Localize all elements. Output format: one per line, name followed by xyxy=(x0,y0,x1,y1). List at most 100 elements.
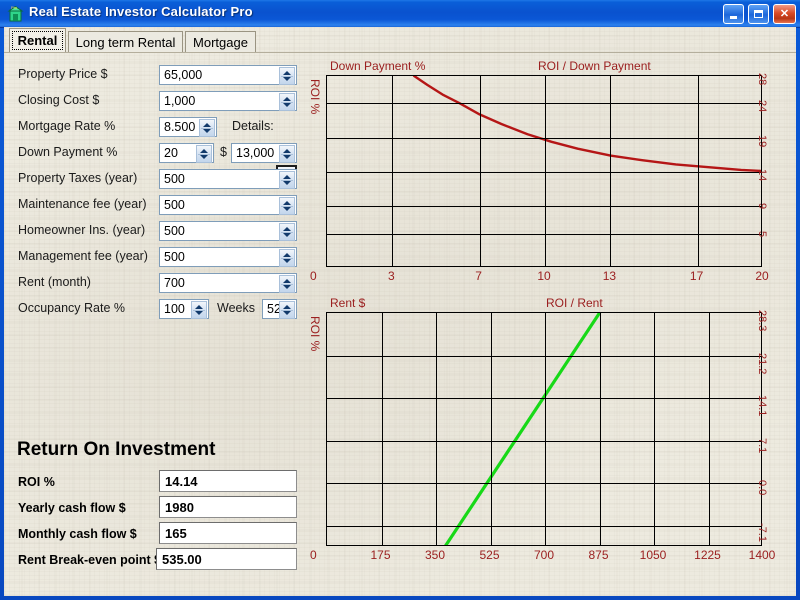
chart-x-tick-label: 1400 xyxy=(748,548,776,562)
field-row-closing-cost: Closing Cost $ 1,000 xyxy=(4,88,312,114)
chart-y-tick-label: 19 xyxy=(756,134,768,147)
chart-gridline-vertical xyxy=(698,76,699,266)
management-fee-value: 500 xyxy=(164,250,185,264)
chart-x-tick-label: 700 xyxy=(533,548,555,562)
down-payment-dollar-stepper[interactable] xyxy=(279,145,295,163)
maintenance-fee-label: Maintenance fee (year) xyxy=(18,197,147,211)
maintenance-fee-value: 500 xyxy=(164,198,185,212)
chart-gridline-horizontal xyxy=(327,398,761,399)
down-payment-dollar-input[interactable]: 13,000 xyxy=(231,143,297,163)
closing-cost-label: Closing Cost $ xyxy=(18,93,100,107)
management-fee-label: Management fee (year) xyxy=(18,249,148,263)
close-button[interactable]: ✕ xyxy=(773,4,796,24)
chart-y-tick-label: 24 xyxy=(756,100,768,113)
chart-x-tick-label: 17 xyxy=(689,269,704,283)
chart-gridline-vertical xyxy=(545,76,546,266)
chart-x-tick-label: 3 xyxy=(388,269,395,283)
closing-cost-stepper[interactable] xyxy=(279,93,295,111)
chart-y-tick-label: 5 xyxy=(756,230,768,237)
field-row-management-fee: Management fee (year) 500 xyxy=(4,244,312,270)
mortgage-rate-stepper[interactable] xyxy=(199,119,215,137)
chart-data-line xyxy=(412,76,761,173)
rent-month-input[interactable]: 700 xyxy=(159,273,297,293)
chart-y-tick-label: 28 xyxy=(756,73,768,86)
chart-gridline-horizontal xyxy=(327,206,761,207)
closing-cost-value: 1,000 xyxy=(164,94,196,108)
chart1-x-axis-label: Down Payment % xyxy=(330,59,426,73)
tab-mortgage[interactable]: Mortgage xyxy=(185,31,256,52)
chart2-title: ROI / Rent xyxy=(546,296,603,310)
occupancy-rate-input[interactable]: 100 xyxy=(159,299,209,319)
chart-data-line xyxy=(444,313,602,545)
maximize-button[interactable] xyxy=(748,4,769,24)
property-taxes-input[interactable]: 500 xyxy=(159,169,297,189)
rent-month-value: 700 xyxy=(164,276,185,290)
field-row-mortgage-rate: Mortgage Rate % 8.500 Details: xyxy=(4,114,312,140)
rent-month-stepper[interactable] xyxy=(279,275,295,293)
closing-cost-input[interactable]: 1,000 xyxy=(159,91,297,111)
roi-percent-output: 14.14 xyxy=(159,470,297,492)
roi-rent-chart: ROI / Rent Rent $ ROI % 0 175 350 525 700 87… xyxy=(308,292,796,592)
chart-x-tick-label: 1050 xyxy=(639,548,667,562)
chart1-plot-area xyxy=(326,75,762,267)
chart-y-tick-label: 9 xyxy=(756,203,768,210)
tab-rental[interactable]: Rental xyxy=(9,28,66,53)
down-payment-label: Down Payment % xyxy=(18,145,118,159)
monthly-cash-flow-output: 165 xyxy=(159,522,297,544)
rent-break-even-label: Rent Break-even point $ xyxy=(18,553,162,567)
tab-mortgage-label: Mortgage xyxy=(193,34,248,50)
chart-gridline-horizontal xyxy=(327,234,761,235)
property-price-input[interactable]: 65,000 xyxy=(159,65,297,85)
chart-gridline-vertical xyxy=(709,313,710,545)
chart-x-tick-label: 7 xyxy=(475,269,482,283)
roi-down-payment-chart: ROI / Down Payment Down Payment % ROI % … xyxy=(308,57,796,292)
chart-x-tick-label: 10 xyxy=(537,269,551,283)
homeowner-insurance-stepper[interactable] xyxy=(279,223,295,241)
homeowner-insurance-input[interactable]: 500 xyxy=(159,221,297,241)
mortgage-rate-input[interactable]: 8.500 xyxy=(159,117,217,137)
management-fee-input[interactable]: 500 xyxy=(159,247,297,267)
roi-row-monthly-cash-flow: Monthly cash flow $ 165 xyxy=(4,521,312,549)
chart-x-tick-label: 175 xyxy=(370,548,391,562)
chart-gridline-horizontal xyxy=(327,483,761,484)
property-price-value: 65,000 xyxy=(164,68,203,82)
window-title: Real Estate Investor Calculator Pro xyxy=(29,4,253,19)
chart2-x-axis-label: Rent $ xyxy=(330,296,366,310)
weeks-input[interactable]: 52 xyxy=(262,299,297,319)
roi-row-rent-break-even: Rent Break-even point $ 535.00 xyxy=(4,547,312,575)
chart-y-tick-label: -7.1 xyxy=(756,522,768,542)
down-payment-dollar-symbol: $ xyxy=(220,145,227,159)
tab-rental-label: Rental xyxy=(11,31,64,50)
property-price-stepper[interactable] xyxy=(279,67,295,85)
close-icon: ✕ xyxy=(779,7,790,20)
weeks-stepper[interactable] xyxy=(279,301,295,319)
chart-x-tick-label: 13 xyxy=(602,269,617,283)
tab-long-term-rental[interactable]: Long term Rental xyxy=(68,31,183,52)
maintenance-fee-input[interactable]: 500 xyxy=(159,195,297,215)
chart2-x-origin-tick: 0 xyxy=(310,548,317,562)
occupancy-rate-value: 100 xyxy=(164,302,185,316)
down-payment-percent-stepper[interactable] xyxy=(196,145,212,163)
yearly-cash-flow-value: 1980 xyxy=(165,499,194,515)
chart-gridline-horizontal xyxy=(327,441,761,442)
management-fee-stepper[interactable] xyxy=(279,249,295,267)
property-taxes-value: 500 xyxy=(164,172,185,186)
occupancy-rate-stepper[interactable] xyxy=(191,301,207,319)
chart1-y-axis-label: ROI % xyxy=(308,79,322,115)
minimize-button[interactable] xyxy=(723,4,744,24)
down-payment-percent-input[interactable]: 20 xyxy=(159,143,214,163)
field-row-property-taxes: Property Taxes (year) 500 xyxy=(4,166,312,192)
maximize-icon xyxy=(749,5,768,23)
chart2-plot-area xyxy=(326,312,762,546)
tab-long-term-rental-label: Long term Rental xyxy=(75,34,176,50)
mortgage-rate-value: 8.500 xyxy=(164,120,196,134)
chart-gridline-horizontal xyxy=(327,172,761,173)
chart-x-tick-label: 875 xyxy=(588,548,609,562)
chart-y-tick-label: 14 xyxy=(756,169,768,182)
maintenance-fee-stepper[interactable] xyxy=(279,197,295,215)
chart-gridline-horizontal xyxy=(327,526,761,527)
chart-y-tick-label: 21.2 xyxy=(756,352,768,375)
property-taxes-stepper[interactable] xyxy=(279,171,295,189)
chart1-title: ROI / Down Payment xyxy=(538,59,651,73)
chart-x-tick-label: 20 xyxy=(755,269,769,283)
